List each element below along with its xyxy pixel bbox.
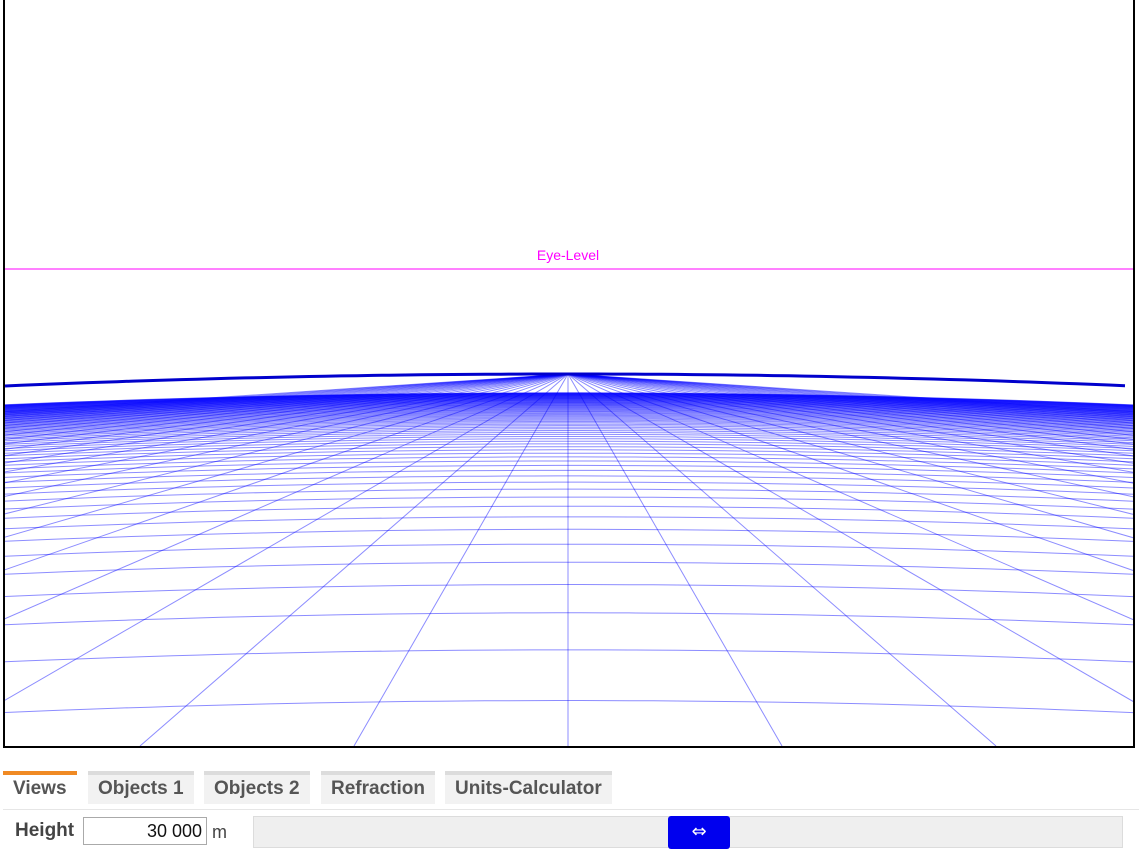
grid-horizontal-line [5, 612, 1133, 626]
grid-horizontal-line [5, 700, 1133, 714]
height-unit: m [212, 822, 227, 842]
perspective-viewport[interactable]: Eye-Level [3, 0, 1135, 748]
tab-refraction[interactable]: Refraction [321, 771, 435, 804]
height-input[interactable] [83, 817, 207, 845]
eye-level-label: Eye-Level [537, 247, 599, 263]
grid-scene: Eye-Level [5, 247, 1133, 746]
grid-horizontal-line [5, 649, 1133, 663]
ground-grid [5, 372, 1133, 746]
height-control-bar: Height m ⇔ [3, 809, 1139, 852]
tab-bar: Views Objects 1 Objects 2 Refraction Uni… [3, 771, 1139, 805]
tab-objects-1[interactable]: Objects 1 [88, 771, 194, 804]
grid-horizontal-line [5, 496, 1133, 510]
height-slider[interactable]: ⇔ [253, 816, 1123, 849]
grid-horizontal-line [5, 528, 1133, 542]
left-right-arrow-icon[interactable]: ⇔ [668, 816, 730, 849]
height-label: Height [15, 820, 75, 841]
grid-radial-line [567, 373, 997, 746]
grid-horizontal-line [5, 488, 1133, 502]
grid-horizontal-line [5, 584, 1133, 598]
tab-objects-2[interactable]: Objects 2 [204, 771, 310, 804]
grid-horizontal-line [5, 516, 1133, 530]
grid-horizontal-line [5, 561, 1133, 575]
grid-radial-line [139, 373, 569, 746]
tab-units-calculator[interactable]: Units-Calculator [445, 771, 612, 804]
tab-views[interactable]: Views [3, 771, 77, 804]
